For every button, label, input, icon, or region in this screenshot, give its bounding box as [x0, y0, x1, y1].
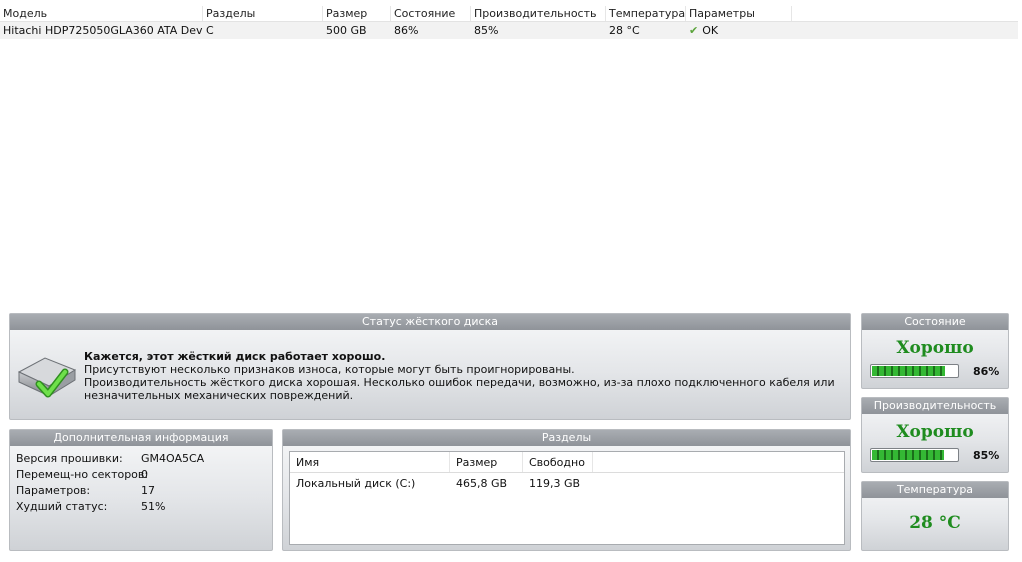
info-value: GM4OA5CA	[141, 452, 205, 465]
additional-info-title: Дополнительная информация	[10, 430, 272, 446]
column-header-temperature[interactable]: Температура	[606, 6, 686, 21]
disk-partitions: C	[206, 24, 214, 37]
hard-disk-ok-icon	[17, 357, 77, 398]
info-key: Параметров:	[16, 484, 91, 497]
partition-name: Локальный диск (C:)	[296, 477, 416, 490]
disk-params-text: OK	[702, 24, 719, 37]
partition-size: 465,8 GB	[456, 477, 508, 490]
disk-model: Hitachi HDP725050GLA360 ATA Device	[3, 24, 203, 37]
state-meter	[870, 364, 959, 378]
disk-temperature: 28 °C	[609, 24, 640, 37]
state-meter-fill	[872, 366, 946, 376]
column-header-state[interactable]: Состояние	[391, 6, 471, 21]
disk-status-panel: Статус жёсткого диска Кажется, этот жёст…	[9, 313, 851, 420]
column-header-size[interactable]: Размер	[450, 452, 523, 472]
column-header-name[interactable]: Имя	[290, 452, 450, 472]
partition-free: 119,3 GB	[529, 477, 581, 490]
disk-status-title: Статус жёсткого диска	[10, 314, 850, 330]
column-header-model[interactable]: Модель	[0, 6, 203, 21]
partitions-title: Разделы	[283, 430, 850, 446]
check-icon: ✔	[689, 24, 699, 37]
info-value: 51%	[141, 500, 166, 513]
disk-status-line-1: Присутствуют несколько признаков износа,…	[84, 363, 575, 376]
column-header-size[interactable]: Размер	[323, 6, 391, 21]
disk-list-header: Модель Разделы Размер Состояние Производ…	[0, 6, 1018, 22]
partitions-list: Имя Размер Свободно Локальный диск (C:) …	[289, 451, 845, 545]
additional-info-panel: Дополнительная информация Версия прошивк…	[9, 429, 273, 551]
info-value: 0	[141, 468, 148, 481]
info-key: Перемещ-но секторов:	[16, 468, 149, 481]
disk-performance: 85%	[474, 24, 499, 37]
performance-panel: Производительность Хорошо 85%	[861, 397, 1009, 473]
info-row-reallocated: Перемещ-но секторов: 0	[16, 467, 266, 483]
state-title: Состояние	[862, 314, 1008, 330]
disk-state: 86%	[394, 24, 419, 37]
disk-status-line-2: Производительность жёсткого диска хороша…	[84, 376, 835, 402]
disk-status-headline: Кажется, этот жёсткий диск работает хоро…	[84, 350, 386, 363]
temperature-panel: Температура 28 °C	[861, 481, 1009, 551]
info-row-worst-status: Худший статус: 51%	[16, 499, 266, 515]
info-row-parameters: Параметров: 17	[16, 483, 266, 499]
performance-title: Производительность	[862, 398, 1008, 414]
disk-row[interactable]: Hitachi HDP725050GLA360 ATA Device C 500…	[0, 22, 1018, 39]
performance-status: Хорошо	[896, 422, 974, 442]
temperature-value: 28 °C	[909, 513, 961, 533]
performance-meter-fill	[872, 450, 945, 460]
column-header-free[interactable]: Свободно	[523, 452, 593, 472]
column-header-performance[interactable]: Производительность	[471, 6, 606, 21]
disk-size: 500 GB	[326, 24, 367, 37]
info-key: Версия прошивки:	[16, 452, 123, 465]
column-header-params[interactable]: Параметры	[686, 6, 792, 21]
info-row-firmware: Версия прошивки: GM4OA5CA	[16, 451, 266, 467]
info-key: Худший статус:	[16, 500, 108, 513]
disk-params: ✔ OK	[686, 22, 792, 39]
temperature-title: Температура	[862, 482, 1008, 498]
performance-percent: 85%	[973, 448, 1000, 462]
state-panel: Состояние Хорошо 86%	[861, 313, 1009, 389]
disk-status-text: Кажется, этот жёсткий диск работает хоро…	[84, 350, 842, 402]
state-percent: 86%	[973, 364, 1000, 378]
column-header-filler	[792, 6, 1018, 21]
partitions-header: Имя Размер Свободно	[290, 452, 844, 473]
performance-meter	[870, 448, 959, 462]
column-header-partitions[interactable]: Разделы	[203, 6, 323, 21]
disk-list: Модель Разделы Размер Состояние Производ…	[0, 6, 1018, 39]
state-status: Хорошо	[896, 338, 974, 358]
info-value: 17	[141, 484, 155, 497]
partition-row[interactable]: Локальный диск (C:) 465,8 GB 119,3 GB	[290, 473, 844, 495]
partitions-panel: Разделы Имя Размер Свободно Локальный ди…	[282, 429, 851, 551]
